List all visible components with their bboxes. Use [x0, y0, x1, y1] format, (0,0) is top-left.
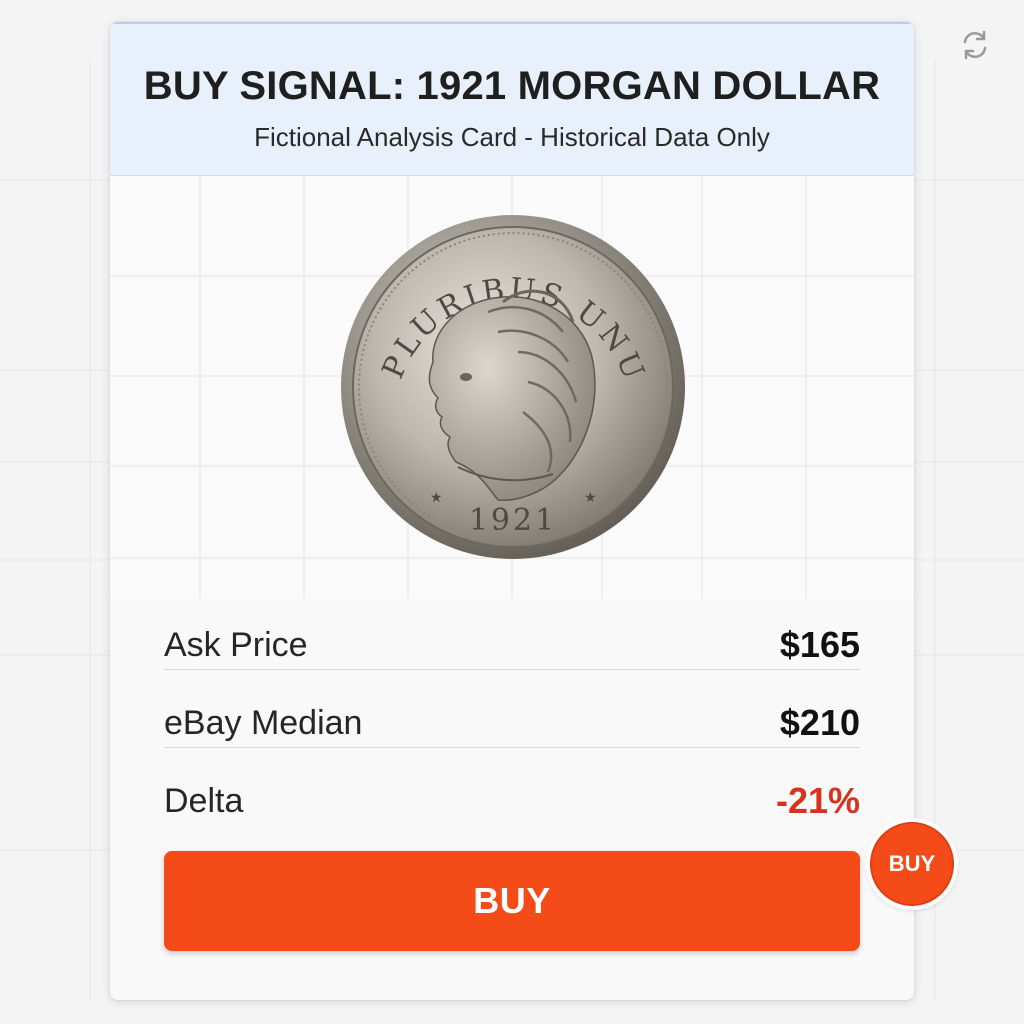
stat-row-delta: Delta -21% [164, 748, 860, 826]
card-header: BUY SIGNAL: 1921 MORGAN DOLLAR Fictional… [110, 22, 914, 176]
stat-row-ask-price: Ask Price $165 [164, 592, 860, 670]
ebay-median-value: $210 [779, 702, 860, 743]
delta-value: -21% [775, 780, 860, 821]
card-subtitle: Fictional Analysis Card - Historical Dat… [254, 122, 770, 152]
ask-price-label: Ask Price [164, 626, 308, 664]
coin-star-right: ★ [584, 489, 597, 505]
ask-price-value: $165 [779, 624, 860, 665]
coin-image-panel: E PLURIBUS UNUM ★ ★ 1921 [110, 176, 914, 598]
card-title: BUY SIGNAL: 1921 MORGAN DOLLAR [143, 64, 881, 108]
delta-label: Delta [164, 782, 244, 820]
price-stats: Ask Price $165 eBay Median $210 Delta -2… [164, 592, 860, 826]
coin-year: 1921 [469, 503, 557, 538]
refresh-button[interactable] [954, 24, 996, 66]
analysis-card: BUY SIGNAL: 1921 MORGAN DOLLAR Fictional… [110, 22, 914, 1000]
stat-row-ebay-median: eBay Median $210 [164, 670, 860, 748]
coin-star-left: ★ [430, 489, 443, 505]
buy-button[interactable]: BUY [164, 851, 860, 951]
morgan-dollar-coin-image: E PLURIBUS UNUM ★ ★ 1921 [338, 212, 685, 559]
ebay-median-label: eBay Median [164, 704, 363, 742]
refresh-icon [963, 30, 987, 60]
page: BUY SIGNAL: 1921 MORGAN DOLLAR Fictional… [0, 0, 1024, 1024]
buy-badge-button[interactable]: BUY [870, 822, 954, 906]
